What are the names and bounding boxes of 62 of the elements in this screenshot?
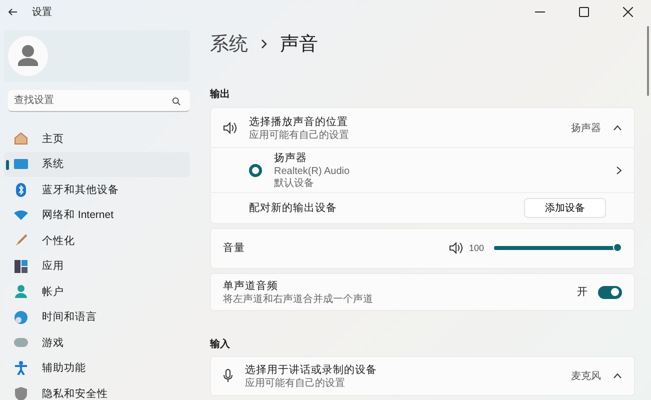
maximize-icon[interactable] xyxy=(579,7,589,17)
nav-item[interactable]: 主页 xyxy=(4,126,190,152)
row-title: 单声道音频 xyxy=(223,279,279,293)
avatar-icon xyxy=(8,36,48,76)
row-title: 选择播放声音的位置 xyxy=(249,114,349,129)
toggle-switch[interactable] xyxy=(598,286,622,298)
row-value: 麦克风 xyxy=(571,370,601,384)
search-icon xyxy=(172,97,181,106)
speaker-icon[interactable] xyxy=(448,242,463,254)
device-status: 默认设备 xyxy=(274,178,315,190)
row-title: 选择用于讲话或录制的设备 xyxy=(245,363,378,378)
apps-icon xyxy=(14,260,28,273)
scrollbar-thumb[interactable] xyxy=(647,26,649,96)
nav-item[interactable]: 时间和语言 xyxy=(4,304,190,330)
page-title: 声音 xyxy=(280,32,318,57)
device-name: 扬声器 xyxy=(274,151,308,166)
chevron-up-icon[interactable] xyxy=(613,124,622,131)
toggle-state-label: 开 xyxy=(577,285,588,299)
nav-item[interactable]: 应用 xyxy=(4,254,190,279)
radio-button[interactable] xyxy=(249,164,262,177)
house-icon xyxy=(14,132,28,146)
device-driver: Realtek(R) Audio xyxy=(274,166,351,178)
row-title: 音量 xyxy=(223,241,246,256)
nav-item[interactable]: 辅助功能 xyxy=(4,356,190,381)
row-subtitle: 将左声道和右声道合并成一个声道 xyxy=(223,294,374,305)
nav-item[interactable]: 个性化 xyxy=(4,228,190,254)
wifi-icon xyxy=(14,210,28,220)
bluetooth-icon xyxy=(14,182,28,197)
shield-icon xyxy=(14,386,28,400)
back-arrow-icon[interactable] xyxy=(8,7,18,17)
chevron-up-icon[interactable] xyxy=(613,373,622,380)
breadcrumb-link[interactable]: 系统 xyxy=(210,30,248,57)
device-row[interactable]: 扬声器 Realtek(R) Audio 默认设备 xyxy=(211,147,634,192)
nav-item[interactable]: 帐户 xyxy=(4,279,190,304)
microphone-icon xyxy=(223,369,233,384)
speaker-icon xyxy=(223,122,237,134)
search-field[interactable]: 查找设置 xyxy=(8,90,190,112)
row-value: 扬声器 xyxy=(571,122,601,135)
nav-item[interactable]: 隐私和安全性 xyxy=(4,381,190,400)
accessibility-icon xyxy=(14,361,28,376)
nav-item[interactable]: 系统 xyxy=(4,152,190,177)
person-icon xyxy=(14,285,28,298)
close-icon[interactable] xyxy=(623,7,633,17)
section-heading: 输入 xyxy=(210,338,231,352)
add-device-button[interactable]: 添加设备 xyxy=(524,198,606,218)
monitor-icon xyxy=(14,158,28,170)
chevron-right-icon[interactable] xyxy=(616,166,622,175)
row-subtitle: 应用可能有自己的设置 xyxy=(249,130,350,141)
input-picker-row[interactable]: 选择用于讲话或录制的设备 应用可能有自己的设置 麦克风 xyxy=(210,356,635,396)
nav-item[interactable]: 游戏 xyxy=(4,330,190,356)
nav-item[interactable]: 网络和 Internet xyxy=(4,202,190,228)
output-picker-row[interactable]: 选择播放声音的位置 应用可能有自己的设置 扬声器 xyxy=(211,108,634,148)
profile-card[interactable] xyxy=(4,30,190,82)
row-subtitle: 应用可能有自己的设置 xyxy=(245,378,346,390)
volume-reading: 100 xyxy=(468,243,484,254)
chevron-right-icon xyxy=(260,38,268,50)
window-title: 设置 xyxy=(32,6,52,19)
brush-icon xyxy=(14,234,28,248)
row-title: 配对新的输出设备 xyxy=(249,201,338,216)
nav-item[interactable]: 蓝牙和其他设备 xyxy=(4,177,190,202)
section-heading: 输出 xyxy=(210,88,231,102)
globe-clock-icon xyxy=(14,310,28,324)
